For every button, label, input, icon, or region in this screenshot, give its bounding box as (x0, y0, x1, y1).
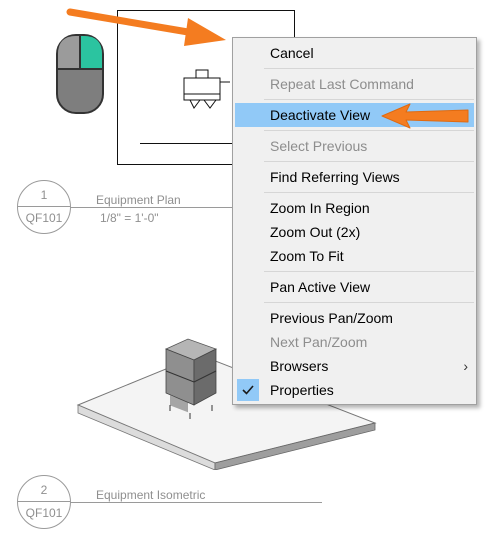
view-title-line-1 (70, 207, 235, 208)
view-tag-2[interactable]: 2 QF101 (17, 475, 71, 529)
menu-item-zoom-to-fit[interactable]: Zoom To Fit (235, 244, 474, 268)
submenu-arrow-icon: › (463, 358, 468, 374)
checkmark-icon (237, 379, 259, 401)
plan-grid-line (140, 143, 235, 144)
menu-separator (264, 192, 474, 193)
menu-separator (264, 271, 474, 272)
view-title-1[interactable]: Equipment Plan (96, 193, 181, 207)
equipment-plan-symbol (183, 69, 230, 109)
menu-item-cancel[interactable]: Cancel (235, 41, 474, 65)
menu-item-repeat-last-command[interactable]: Repeat Last Command (235, 72, 474, 96)
callout-arrow-icon (381, 103, 469, 129)
view-scale-1: 1/8" = 1'-0" (100, 211, 159, 225)
view-title-line-2 (70, 502, 322, 503)
view-tag-1[interactable]: 1 QF101 (17, 180, 71, 234)
view-tag-sheet: QF101 (25, 506, 63, 520)
menu-item-select-previous[interactable]: Select Previous (235, 134, 474, 158)
context-menu: Cancel Repeat Last Command Deactivate Vi… (232, 37, 477, 405)
menu-item-previous-pan-zoom[interactable]: Previous Pan/Zoom (235, 306, 474, 330)
menu-item-zoom-in-region[interactable]: Zoom In Region (235, 196, 474, 220)
view-title-2[interactable]: Equipment Isometric (96, 488, 205, 502)
menu-item-find-referring-views[interactable]: Find Referring Views (235, 165, 474, 189)
view-tag-number: 2 (40, 483, 48, 497)
menu-separator (264, 99, 474, 100)
menu-separator (264, 161, 474, 162)
menu-item-zoom-out[interactable]: Zoom Out (2x) (235, 220, 474, 244)
view-tag-number: 1 (40, 188, 48, 202)
pointer-arrow-icon (66, 8, 226, 46)
menu-item-properties[interactable]: Properties (235, 378, 474, 402)
menu-separator (264, 68, 474, 69)
menu-item-browsers[interactable]: Browsers › (235, 354, 474, 378)
menu-item-pan-active-view[interactable]: Pan Active View (235, 275, 474, 299)
menu-item-next-pan-zoom[interactable]: Next Pan/Zoom (235, 330, 474, 354)
menu-separator (264, 302, 474, 303)
view-tag-sheet: QF101 (25, 211, 63, 225)
